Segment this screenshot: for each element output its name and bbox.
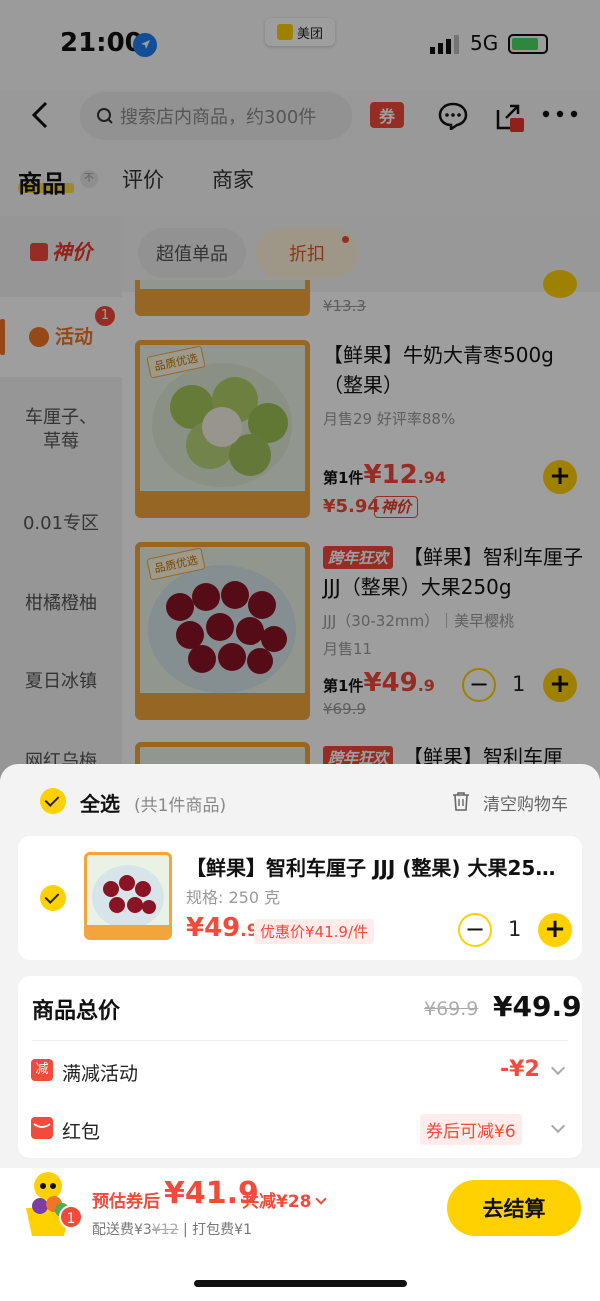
dim-overlay[interactable] <box>0 0 600 780</box>
clear-cart-button[interactable]: 清空购物车 <box>483 790 568 815</box>
home-indicator <box>194 1280 407 1287</box>
checkout-button[interactable]: 去结算 <box>447 1180 581 1236</box>
cart-badge: 1 <box>59 1205 83 1229</box>
chevron-down-icon <box>314 1193 327 1205</box>
summary-price: ¥49.9 <box>493 990 582 1023</box>
total-savings[interactable]: 共减¥28 <box>242 1187 327 1212</box>
cart-item-image[interactable] <box>84 852 172 940</box>
summary-label: 商品总价 <box>32 999 121 1024</box>
cart-quantity: 1 <box>508 917 522 941</box>
select-all-label[interactable]: 全选 <box>80 788 120 817</box>
cherry-thumb <box>87 865 169 937</box>
red-packet-icon <box>31 1117 53 1139</box>
trash-icon[interactable] <box>452 791 470 811</box>
fee-info: 配送费¥3¥12 | 打包费¥1 <box>92 1222 252 1238</box>
select-all-checkbox[interactable] <box>40 788 66 814</box>
item-checkbox[interactable] <box>40 885 66 911</box>
cart-item-discount: 优惠价¥41.9/件 <box>254 919 374 944</box>
summary-orig-price: ¥69.9 <box>424 998 479 1020</box>
divider <box>32 1040 568 1041</box>
cart-item-spec: 规格: 250 克 <box>186 888 281 907</box>
fullcut-value[interactable]: -¥2 <box>500 1057 540 1082</box>
discount-icon: 减 <box>31 1059 53 1081</box>
fullcut-label[interactable]: 满减活动 <box>62 1059 138 1086</box>
red-packet-value[interactable]: 券后可减¥6 <box>420 1114 522 1145</box>
add-button[interactable]: + <box>538 913 572 947</box>
cart-count: (共1件商品) <box>134 796 227 816</box>
cart-item-title[interactable]: 【鲜果】智利车厘子 JJJ (整果) 大果250g <box>186 852 556 881</box>
estimate-label: 预估券后 <box>92 1192 160 1212</box>
red-packet-label[interactable]: 红包 <box>62 1117 100 1144</box>
minus-button[interactable]: − <box>458 913 492 947</box>
cart-item-price: ¥49.9 <box>186 913 259 943</box>
